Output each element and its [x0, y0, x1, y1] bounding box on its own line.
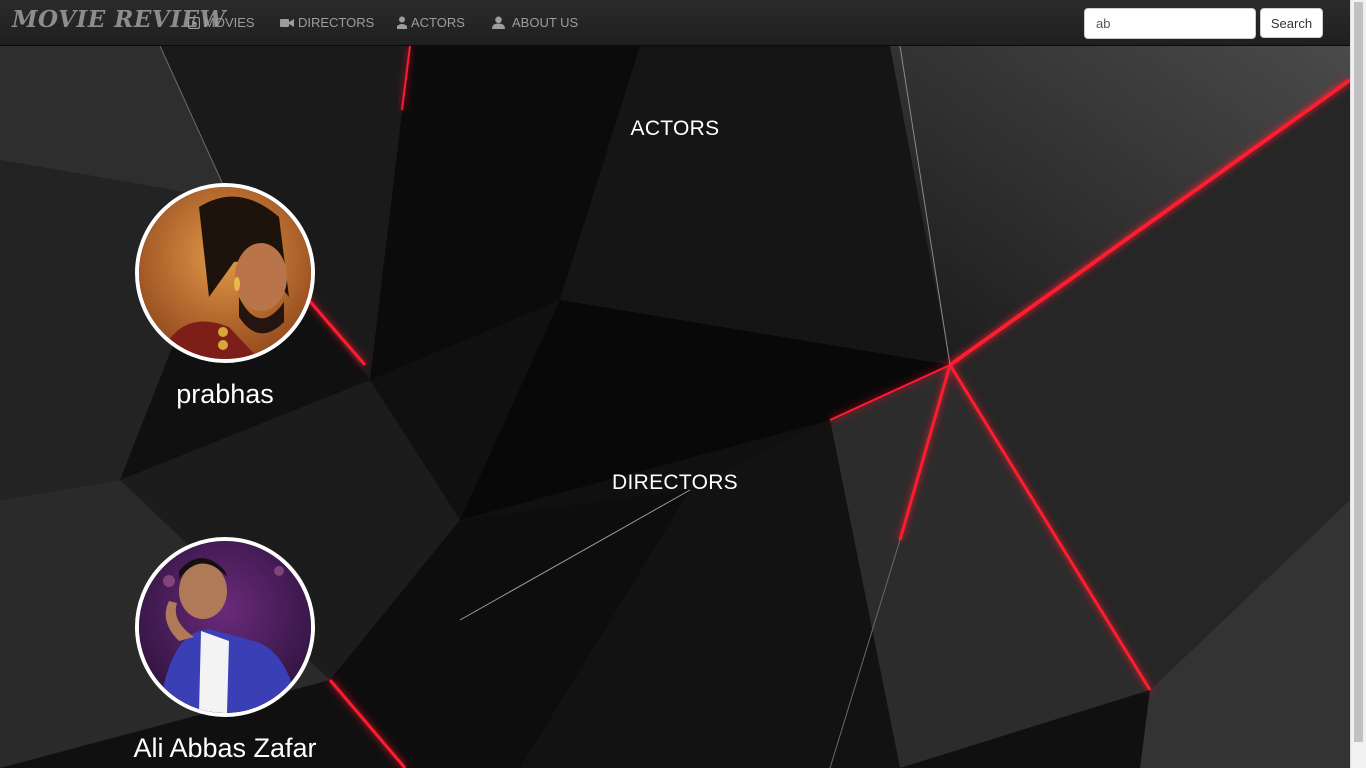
- user-icon: [492, 16, 505, 29]
- top-navbar: MOVIE REVIEW MOVIES DIRECTORS ACTORS ABO…: [0, 0, 1350, 46]
- scrollbar-thumb[interactable]: [1354, 2, 1363, 742]
- nav-item-directors[interactable]: DIRECTORS: [280, 15, 374, 30]
- actor-avatar[interactable]: [135, 183, 315, 363]
- search-input[interactable]: [1084, 8, 1256, 39]
- actors-heading: ACTORS: [630, 117, 720, 140]
- nav-item-movies[interactable]: MOVIES: [188, 15, 255, 30]
- vertical-scrollbar[interactable]: [1350, 0, 1366, 768]
- play-icon: [188, 16, 200, 29]
- actor-name[interactable]: prabhas: [75, 379, 375, 410]
- nav-item-actors[interactable]: ACTORS: [397, 15, 465, 30]
- nav-item-label: MOVIES: [204, 15, 255, 30]
- nav-item-about-us[interactable]: ABOUT US: [492, 15, 578, 30]
- director-avatar[interactable]: [135, 537, 315, 717]
- nav-item-label: ABOUT US: [512, 15, 579, 30]
- person-icon: [397, 16, 407, 29]
- director-name[interactable]: Ali Abbas Zafar: [75, 733, 375, 764]
- nav-item-label: ACTORS: [411, 15, 465, 30]
- search-button[interactable]: Search: [1260, 8, 1323, 38]
- nav-item-label: DIRECTORS: [298, 15, 375, 30]
- directors-heading: DIRECTORS: [612, 471, 738, 494]
- video-camera-icon: [280, 17, 294, 29]
